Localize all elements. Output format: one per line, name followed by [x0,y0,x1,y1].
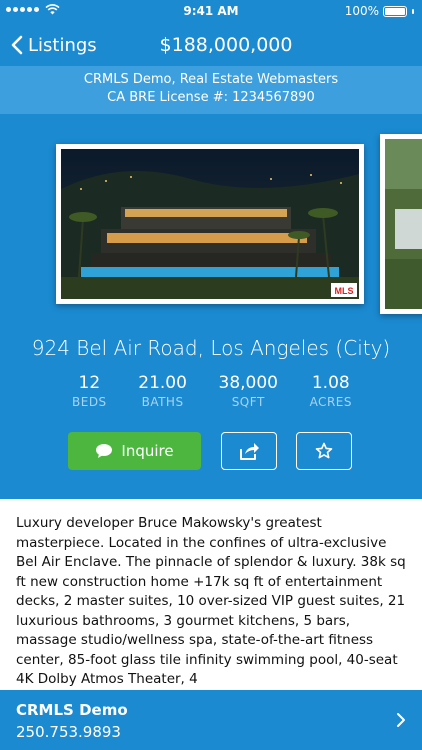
inquire-button-label: Inquire [121,442,174,460]
stat-label: BATHS [141,395,184,409]
agent-banner-line2: CA BRE License #: 1234567890 [107,90,315,105]
chevron-right-icon [397,713,405,727]
inquire-button[interactable]: Inquire [68,432,201,470]
status-right: 100% [345,4,414,18]
listing-description: Luxury developer Bruce Makowsky's greate… [16,515,406,687]
stat-sqft: 38,000 SQFT [219,372,278,409]
stat-value: 12 [78,373,101,393]
listing-stats: 12 BEDS 21.00 BATHS 38,000 SQFT 1.08 ACR… [72,372,352,409]
stat-value: 21.00 [138,373,187,393]
listing-hero: MLS 924 Bel Air Road, Los Angeles (City)… [0,114,422,499]
listing-photo-image: MLS [61,149,359,299]
agent-phone: 250.753.9893 [16,723,121,741]
stat-value: 38,000 [218,373,278,393]
listing-photo-next[interactable] [380,134,422,314]
stat-value: 1.08 [311,373,350,393]
nav-bar: Listings $188,000,000 [0,24,422,66]
chevron-left-icon [11,35,23,55]
agent-name: CRMLS Demo [16,701,128,719]
stat-label: BEDS [72,395,107,409]
stat-label: ACRES [309,395,352,409]
listing-address: 924 Bel Air Road, Los Angeles (City) [31,336,391,360]
star-icon [315,442,333,459]
listing-photo[interactable]: MLS [56,144,364,304]
stat-label: SQFT [231,395,265,409]
battery-cap [412,8,414,14]
listing-photo-next-image [385,139,422,309]
share-icon [240,443,259,460]
photo-watermark: MLS [335,286,354,296]
page-title: $188,000,000 [159,34,293,56]
back-button[interactable]: Listings [10,30,97,60]
stat-baths: 21.00 BATHS [138,372,187,409]
favorite-button[interactable] [296,432,352,470]
battery-icon [383,5,407,17]
agent-contact-footer[interactable]: CRMLS Demo 250.753.9893 [0,690,422,750]
share-button[interactable] [221,432,277,470]
agent-banner: CRMLS Demo, Real Estate Webmasters CA BR… [0,66,422,114]
status-bar: 9:41 AM 100% [0,0,422,24]
chat-bubble-icon [96,444,113,458]
agent-banner-line1: CRMLS Demo, Real Estate Webmasters [83,72,339,87]
back-button-label: Listings [28,34,97,56]
battery-percent: 100% [344,4,379,18]
stat-acres: 1.08 ACRES [310,372,352,409]
stat-beds: 12 BEDS [72,372,107,409]
